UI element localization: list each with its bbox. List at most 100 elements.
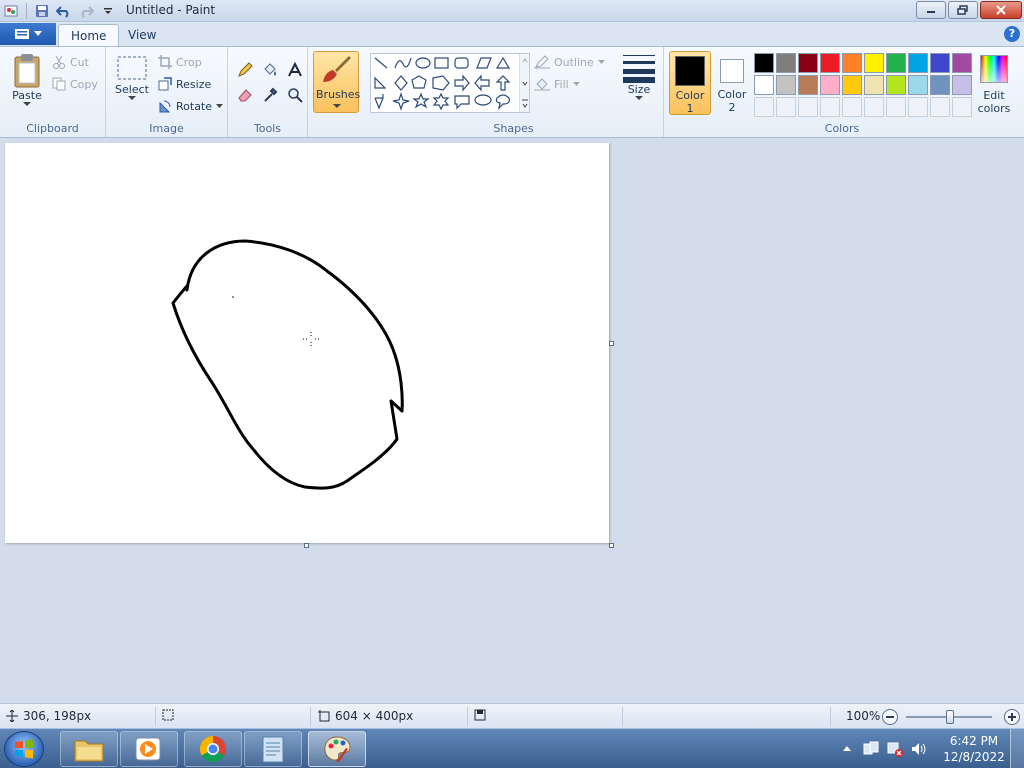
volume-icon[interactable] [910, 740, 928, 758]
color2-button[interactable]: Color 2 [714, 51, 750, 115]
copy-label: Copy [70, 77, 98, 91]
notepad-icon [262, 736, 284, 763]
color-picker-tool[interactable] [259, 84, 281, 106]
palette-swatch[interactable] [820, 75, 840, 95]
restore-button[interactable] [948, 1, 978, 19]
brushes-button[interactable]: Brushes [313, 51, 360, 113]
plus-icon [1008, 713, 1016, 721]
palette-swatch[interactable] [908, 75, 928, 95]
action-center-icon[interactable] [862, 740, 880, 758]
text-tool[interactable] [284, 59, 306, 81]
taskbar-chrome[interactable] [184, 731, 242, 767]
custom-color-slot[interactable] [930, 97, 950, 117]
rotate-icon [159, 100, 171, 113]
size-button[interactable]: Size [618, 53, 660, 101]
palette-swatch[interactable] [930, 53, 950, 73]
paint-menu-button[interactable] [0, 23, 56, 45]
redo-icon[interactable] [77, 2, 95, 20]
custom-color-slot[interactable] [754, 97, 774, 117]
custom-color-slot[interactable] [886, 97, 906, 117]
resize-handle-bottom[interactable] [304, 543, 309, 548]
palette-swatch[interactable] [952, 53, 972, 73]
palette-swatch[interactable] [798, 53, 818, 73]
shapes-gallery[interactable] [370, 53, 530, 113]
custom-color-slot[interactable] [952, 97, 972, 117]
zoom-out-button[interactable] [882, 709, 898, 725]
minus-icon [886, 716, 894, 718]
tab-view[interactable]: View [116, 24, 168, 46]
undo-icon[interactable] [55, 2, 73, 20]
palette-swatch[interactable] [930, 75, 950, 95]
gallery-scroll-icon[interactable] [520, 54, 530, 112]
copy-icon [52, 77, 66, 91]
fill-tool[interactable] [259, 59, 281, 81]
custom-color-slot[interactable] [864, 97, 884, 117]
custom-color-slot[interactable] [820, 97, 840, 117]
pencil-tool[interactable] [234, 59, 256, 81]
resize-button[interactable]: Resize [158, 77, 211, 91]
custom-color-slot[interactable] [908, 97, 928, 117]
palette-swatch[interactable] [754, 75, 774, 95]
color1-label: Color [675, 89, 705, 102]
palette-swatch[interactable] [842, 75, 862, 95]
rotate-button[interactable]: Rotate [158, 99, 224, 113]
palette-swatch[interactable] [952, 75, 972, 95]
crop-button[interactable]: Crop [158, 55, 202, 69]
image-group-label: Image [149, 122, 184, 135]
copy-button[interactable]: Copy [52, 77, 98, 91]
taskbar-paint[interactable] [308, 731, 366, 767]
palette-swatch[interactable] [886, 53, 906, 73]
select-button[interactable]: Select [112, 55, 152, 101]
paint-app-icon[interactable] [2, 2, 20, 20]
palette-swatch[interactable] [864, 53, 884, 73]
taskbar-media-player[interactable] [120, 731, 178, 767]
palette-swatch[interactable] [886, 75, 906, 95]
magnifier-tool[interactable] [284, 84, 306, 106]
customize-qat-icon[interactable] [99, 2, 117, 20]
tray-expand-icon[interactable] [840, 742, 854, 756]
selection-icon [162, 709, 174, 721]
fill-button[interactable]: Fill [534, 77, 580, 91]
outline-icon [534, 55, 550, 69]
chrome-icon [199, 735, 226, 763]
custom-color-slot[interactable] [842, 97, 862, 117]
palette-swatch[interactable] [776, 75, 796, 95]
help-icon[interactable]: ? [1004, 26, 1020, 42]
show-desktop-button[interactable] [1010, 729, 1024, 768]
edit-colors-button[interactable]: Edit colors [974, 53, 1014, 115]
status-bar: 306, 198px 604 × 400px 100% [0, 703, 1024, 728]
outline-button[interactable]: Outline [534, 55, 605, 69]
window-title: Untitled - Paint [126, 3, 216, 17]
taskbar-notepad[interactable] [244, 731, 302, 767]
close-button[interactable] [980, 1, 1022, 19]
zoom-slider-thumb[interactable] [946, 710, 954, 724]
custom-color-slot[interactable] [798, 97, 818, 117]
taskbar-explorer[interactable] [60, 731, 118, 767]
windows-logo-icon [15, 739, 33, 759]
palette-swatch[interactable] [842, 53, 862, 73]
eraser-tool[interactable] [234, 84, 256, 106]
resize-handle-right[interactable] [609, 341, 614, 346]
palette-swatch[interactable] [864, 75, 884, 95]
start-button[interactable] [4, 731, 44, 767]
minimize-button[interactable] [916, 1, 946, 19]
save-icon[interactable] [33, 2, 51, 20]
clock[interactable]: 6:42 PM 12/8/2022 [938, 733, 1010, 765]
palette-swatch[interactable] [908, 53, 928, 73]
custom-color-slot[interactable] [776, 97, 796, 117]
chevron-down-icon [333, 104, 341, 108]
paste-button[interactable]: Paste [8, 53, 46, 107]
palette-swatch[interactable] [820, 53, 840, 73]
cut-button[interactable]: Cut [52, 55, 89, 69]
tab-home[interactable]: Home [58, 24, 120, 46]
drawing-canvas[interactable] [5, 143, 609, 543]
color1-button[interactable]: Color 1 [669, 51, 711, 115]
zoom-in-button[interactable] [1004, 709, 1020, 725]
network-icon[interactable] [886, 740, 904, 758]
select-icon [117, 56, 147, 80]
size-label: Size [627, 83, 651, 96]
palette-swatch[interactable] [754, 53, 774, 73]
resize-handle-corner[interactable] [609, 543, 614, 548]
palette-swatch[interactable] [776, 53, 796, 73]
palette-swatch[interactable] [798, 75, 818, 95]
